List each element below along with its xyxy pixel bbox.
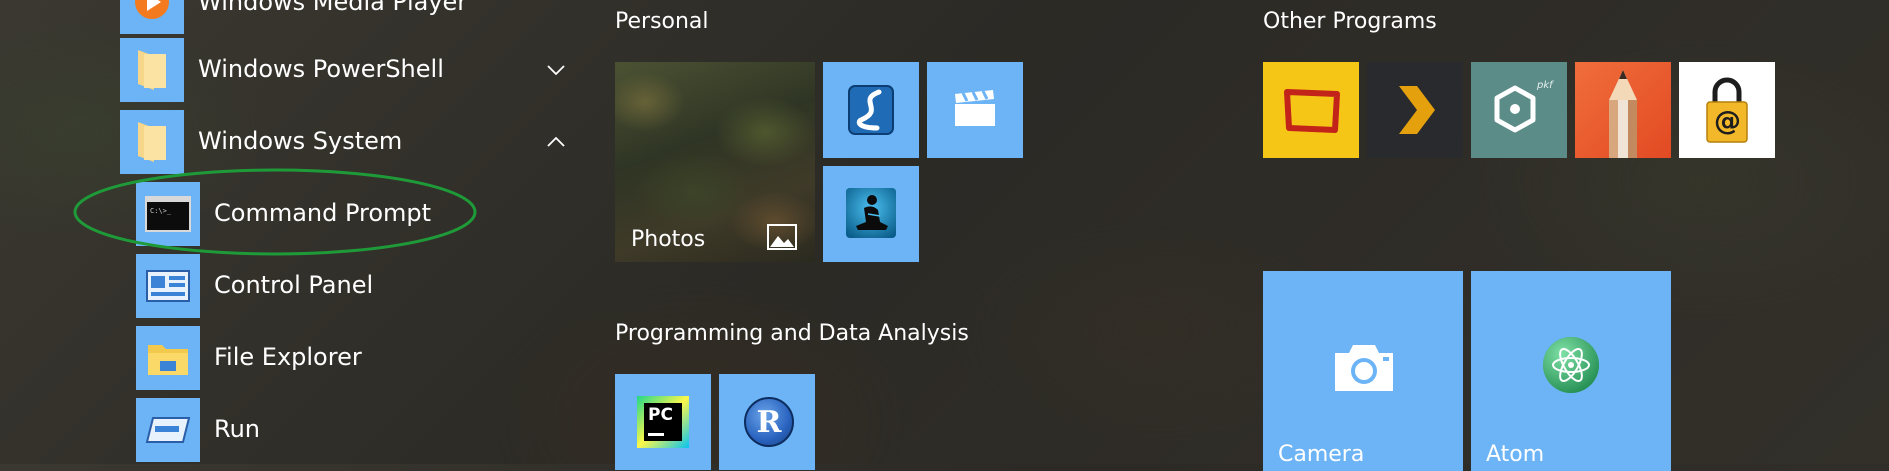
atom-tile[interactable]: Atom bbox=[1471, 271, 1671, 471]
chevron-down-icon[interactable] bbox=[536, 55, 576, 85]
pycharm-tile[interactable]: PC bbox=[615, 374, 711, 470]
mail-lock-at-sign: @ bbox=[1714, 106, 1741, 137]
folder-icon bbox=[120, 110, 184, 174]
group-title[interactable]: Programming and Data Analysis bbox=[615, 321, 969, 346]
pencil-app-tile[interactable] bbox=[1575, 62, 1671, 158]
app-item-label: Windows System bbox=[198, 127, 403, 155]
hexagon-pkf-tile[interactable]: pkf bbox=[1471, 62, 1567, 158]
camera-tile[interactable]: Camera bbox=[1263, 271, 1463, 471]
atom-icon bbox=[1543, 337, 1599, 393]
app-item-file-explorer[interactable]: File Explorer bbox=[136, 326, 516, 390]
atom-tile-label: Atom bbox=[1486, 442, 1545, 467]
app-item-label: Windows Media Player bbox=[198, 0, 468, 16]
river-app-tile[interactable] bbox=[823, 62, 919, 158]
app-item-control-panel[interactable]: Control Panel bbox=[136, 254, 516, 318]
plex-tile[interactable] bbox=[1367, 62, 1463, 158]
folder-icon bbox=[120, 38, 184, 102]
video-clapper-icon bbox=[955, 90, 995, 126]
pencil-app-icon bbox=[1609, 70, 1637, 158]
photo-icon bbox=[767, 224, 797, 250]
app-item-run[interactable]: Run bbox=[136, 398, 516, 462]
highlight-ellipse bbox=[73, 168, 477, 256]
app-item-label: Control Panel bbox=[214, 271, 374, 299]
kindle-tile[interactable] bbox=[823, 166, 919, 262]
hexagon-pkf-text: pkf bbox=[1537, 80, 1553, 91]
run-icon bbox=[136, 398, 200, 462]
river-app-icon bbox=[848, 85, 894, 135]
group-title[interactable]: Other Programs bbox=[1263, 9, 1437, 34]
camera-tile-label: Camera bbox=[1278, 442, 1365, 467]
r-language-icon-text: R bbox=[756, 404, 782, 440]
frame-app-tile[interactable] bbox=[1263, 62, 1359, 158]
app-item-windows-system[interactable]: Windows System bbox=[120, 110, 570, 174]
photos-tile[interactable]: Photos bbox=[615, 62, 815, 262]
r-language-icon: R bbox=[744, 397, 794, 447]
mail-lock-tile[interactable]: @ bbox=[1679, 62, 1775, 158]
photos-tile-label: Photos bbox=[631, 227, 706, 252]
app-item-label: Windows PowerShell bbox=[198, 55, 444, 83]
app-item-label: File Explorer bbox=[214, 343, 362, 371]
app-item-windows-media-player[interactable]: Windows Media Player bbox=[120, 0, 560, 34]
kindle-reader-icon bbox=[846, 188, 896, 238]
file-explorer-icon bbox=[136, 326, 200, 390]
r-language-tile[interactable]: R bbox=[719, 374, 815, 470]
plex-icon bbox=[1399, 86, 1435, 134]
pycharm-icon: PC bbox=[637, 396, 689, 448]
media-player-icon bbox=[120, 0, 184, 34]
chevron-up-icon[interactable] bbox=[536, 127, 576, 157]
video-tile[interactable] bbox=[927, 62, 1023, 158]
frame-app-icon bbox=[1284, 89, 1340, 133]
app-item-windows-powershell[interactable]: Windows PowerShell bbox=[120, 38, 570, 102]
camera-icon bbox=[1335, 345, 1393, 391]
group-title[interactable]: Personal bbox=[615, 9, 709, 34]
pycharm-icon-text: PC bbox=[648, 405, 673, 425]
app-item-label: Run bbox=[214, 415, 261, 443]
control-panel-icon bbox=[136, 254, 200, 318]
